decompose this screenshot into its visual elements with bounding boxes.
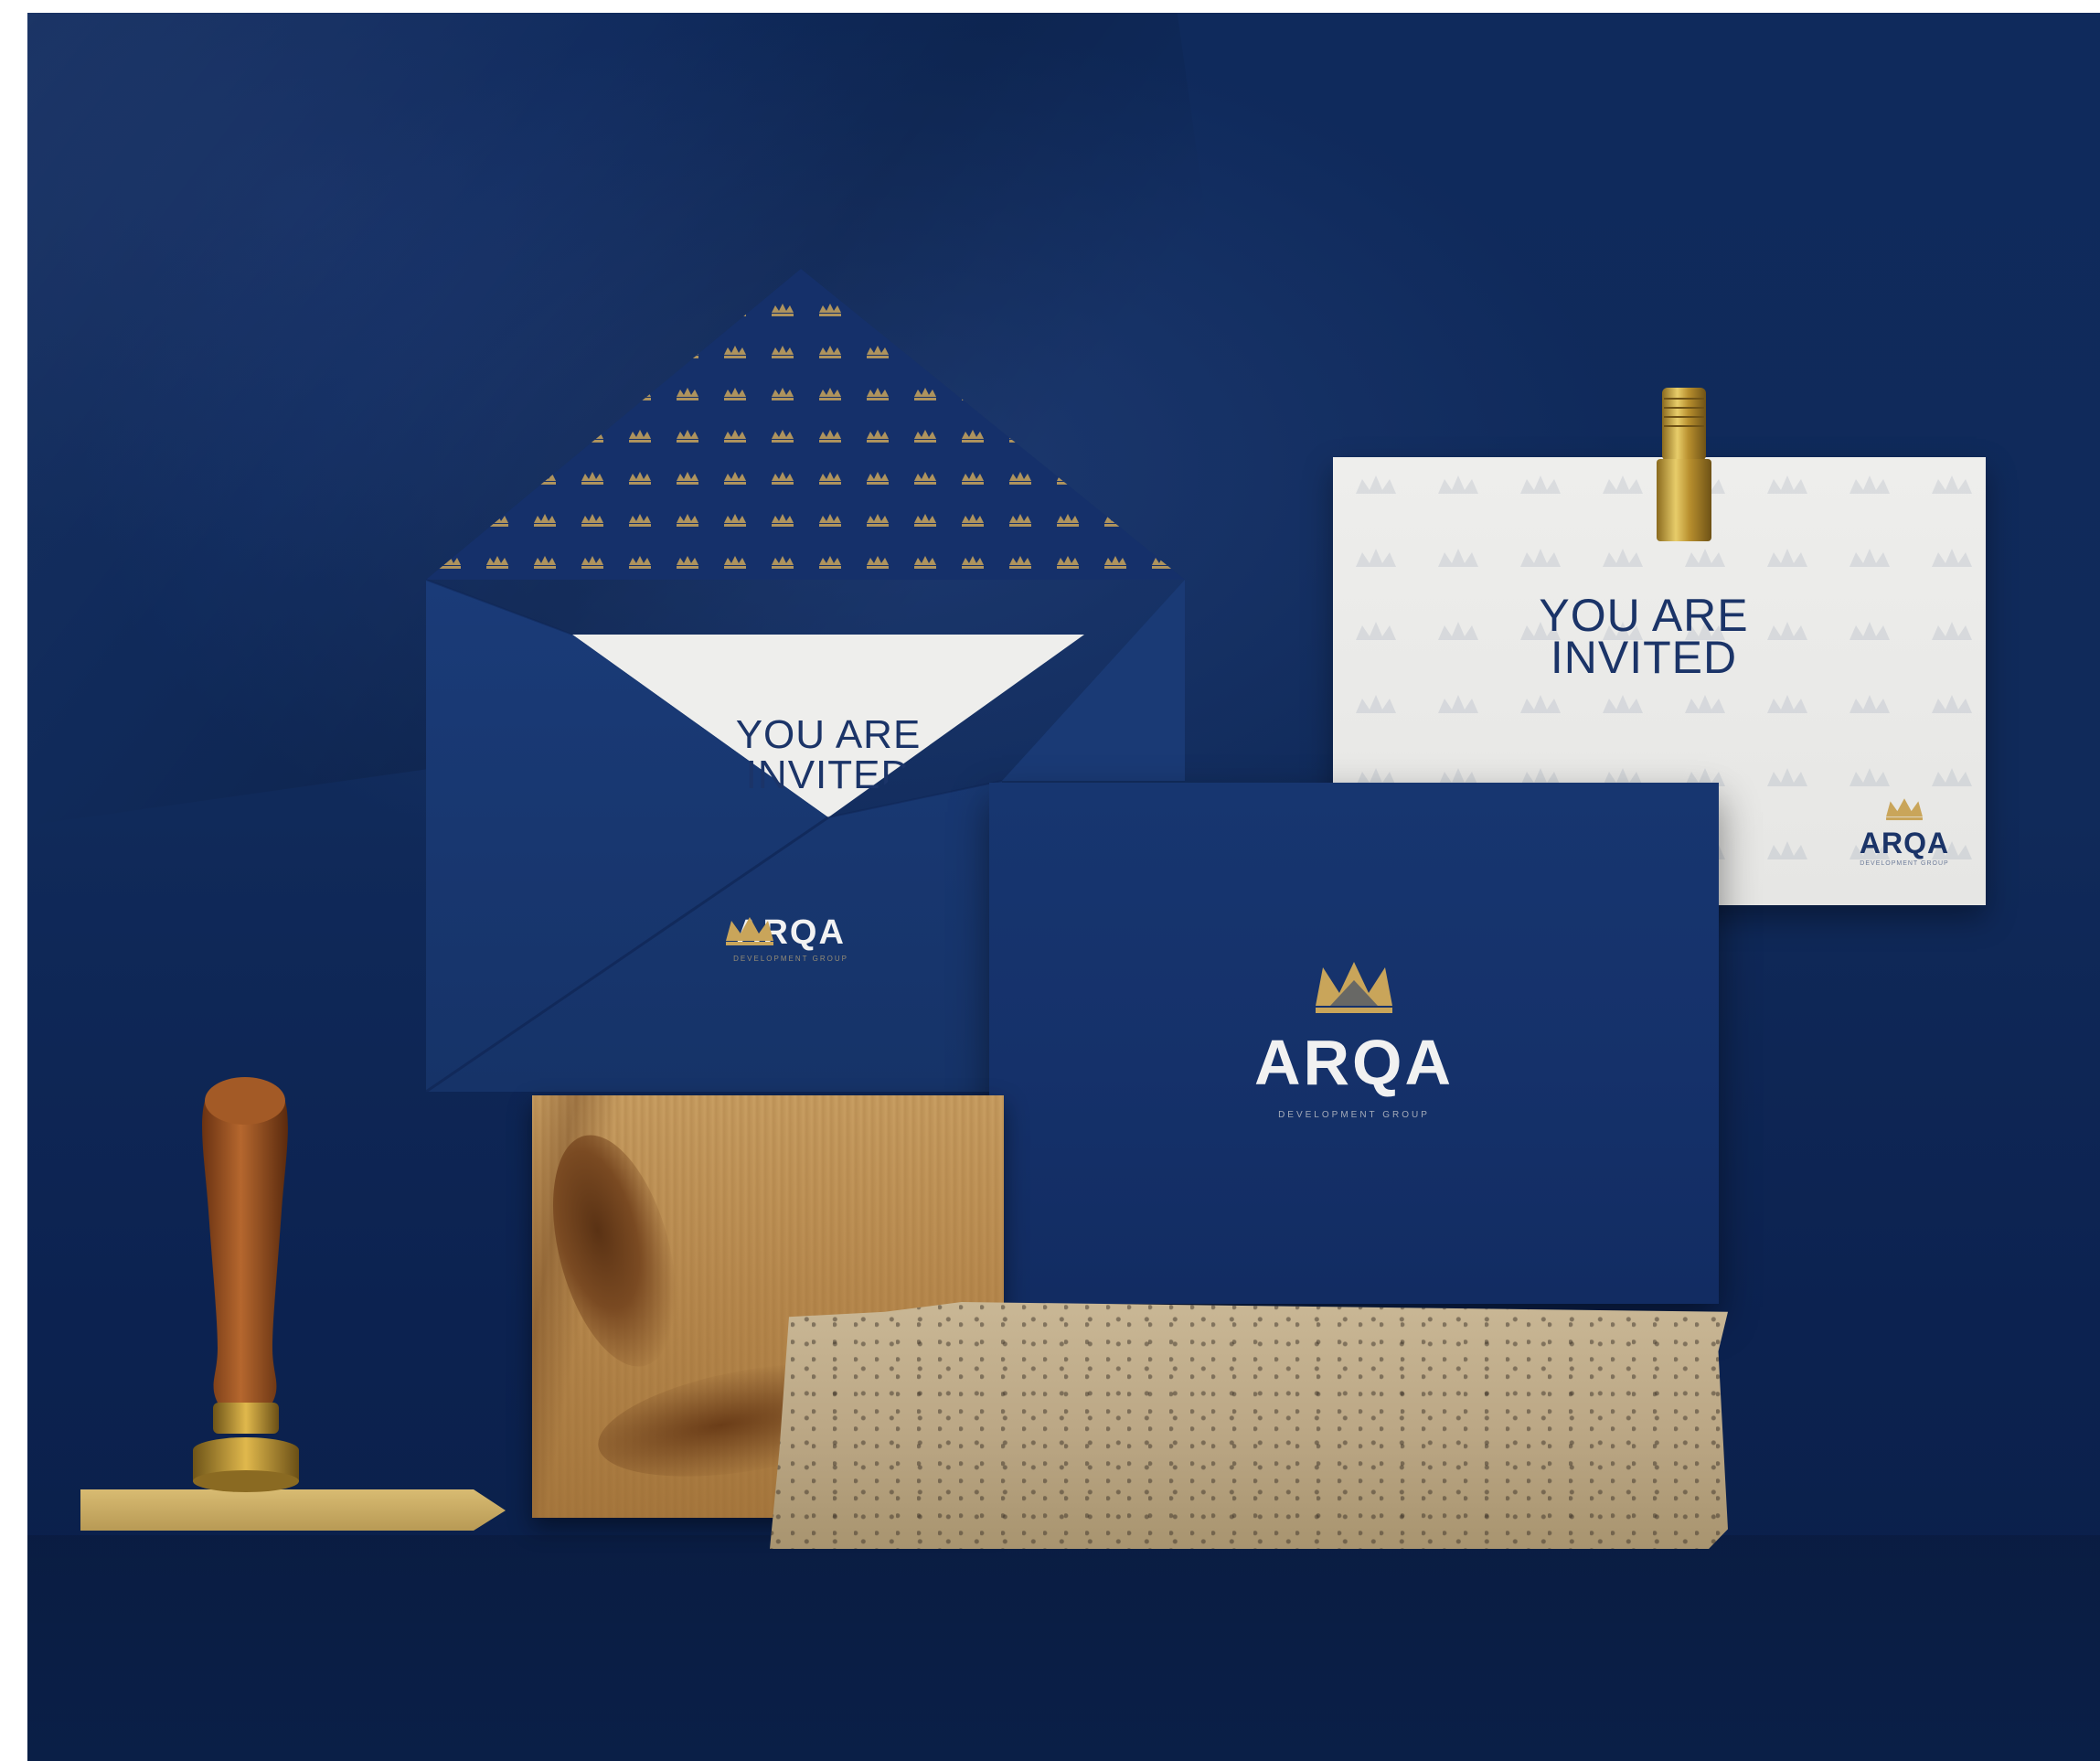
wax-seal-stamp-icon: [80, 1077, 506, 1531]
mockup-photo: YOU ARE INVITED ARQA DEVELOPMENT GROUP Y…: [27, 13, 2100, 1761]
white-card-title: YOU ARE INVITED: [1507, 592, 1781, 680]
white-card-logo: ARQA DEVELOPMENT GROUP: [1845, 795, 1964, 867]
wood-knot: [530, 1121, 698, 1381]
floor-shadow: [27, 1535, 2100, 1761]
envelope-logo-tagline: DEVELOPMENT GROUP: [733, 955, 848, 963]
blue-card-logo-tagline: DEVELOPMENT GROUP: [1278, 1110, 1430, 1120]
blue-card-logo: ARQA DEVELOPMENT GROUP: [1217, 958, 1491, 1120]
crown-icon: [1316, 962, 1392, 1013]
gold-clip-icon: [1657, 388, 1711, 541]
stone-slab: [770, 1302, 1728, 1549]
blue-card-logo-name: ARQA: [1253, 1027, 1455, 1098]
envelope-logo: ARQA DEVELOPMENT GROUP: [722, 913, 859, 963]
white-card-title-line2: INVITED: [1550, 632, 1738, 683]
white-card-logo-tagline: DEVELOPMENT GROUP: [1860, 860, 1949, 867]
crown-icon: [1886, 798, 1923, 821]
crown-icon: [726, 917, 773, 945]
page-canvas: YOU ARE INVITED ARQA DEVELOPMENT GROUP Y…: [0, 0, 2100, 1761]
envelope-card-line1: YOU ARE: [735, 712, 922, 757]
blue-invitation-card: ARQA DEVELOPMENT GROUP: [989, 783, 1719, 1304]
white-card-logo-name: ARQA: [1859, 827, 1950, 859]
